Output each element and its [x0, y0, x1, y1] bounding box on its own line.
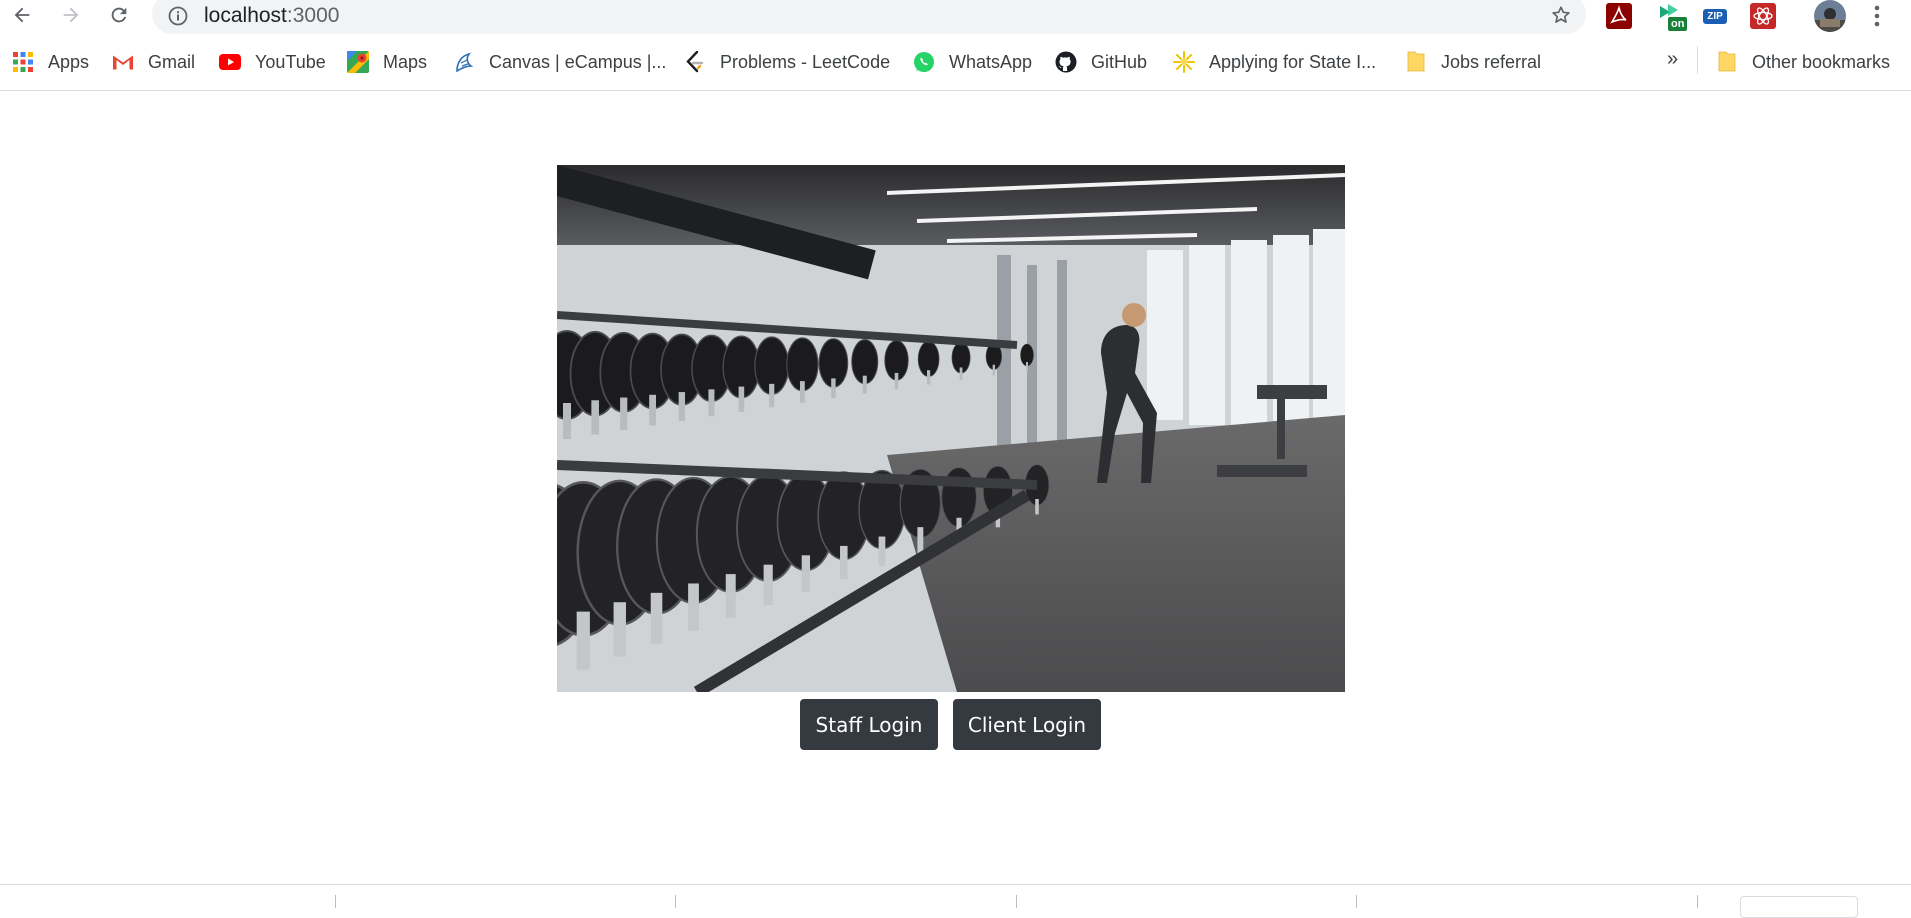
zip-extension-icon[interactable]: ZIP: [1700, 2, 1730, 30]
bookmark-youtube[interactable]: YouTube: [219, 48, 326, 76]
bookmark-label: Other bookmarks: [1752, 51, 1891, 72]
bookmark-gmail[interactable]: Gmail: [112, 48, 195, 76]
other-bookmarks-folder[interactable]: Other bookmarks: [1716, 48, 1890, 76]
back-button[interactable]: [4, 0, 40, 30]
bookmark-star-icon[interactable]: [1550, 4, 1572, 31]
bookmarks-overflow-button[interactable]: »: [1667, 48, 1678, 71]
bookmark-label: Canvas | eCampus |...: [489, 51, 667, 72]
column-divider: [1697, 895, 1698, 908]
apps-grid-icon: [12, 51, 34, 73]
gym-hero-image: [557, 165, 1345, 692]
client-login-button[interactable]: Client Login: [953, 699, 1101, 750]
whatsapp-icon: [913, 51, 935, 73]
url-text[interactable]: localhost:3000: [204, 4, 339, 28]
folder-icon: [1716, 51, 1738, 73]
back-arrow-icon: [14, 7, 30, 23]
gmail-icon: [112, 51, 134, 73]
bookmarks-separator: [1697, 46, 1698, 74]
gym-dumbbell-rack-photo: [557, 165, 1345, 692]
bookmarks-bar: Apps Gmail YouTube Maps Canvas | eCampus…: [0, 34, 1911, 91]
react-devtools-extension-icon[interactable]: [1748, 2, 1778, 30]
forward-arrow-icon: [63, 7, 79, 23]
bookmark-leetcode[interactable]: Problems - LeetCode: [684, 48, 890, 76]
bookmark-label: WhatsApp: [949, 51, 1033, 72]
youtube-icon: [219, 51, 241, 73]
bottom-input-box[interactable]: [1740, 896, 1858, 918]
bookmark-apps[interactable]: Apps: [12, 48, 89, 76]
bookmark-label: YouTube: [255, 51, 326, 72]
ext-on-extension-icon[interactable]: on: [1658, 2, 1692, 31]
bookmark-canvas[interactable]: Canvas | eCampus |...: [453, 48, 666, 76]
site-info-icon[interactable]: [168, 6, 188, 31]
column-divider: [675, 895, 676, 908]
bookmark-github[interactable]: GitHub: [1055, 48, 1147, 76]
column-divider: [335, 895, 336, 908]
browser-toolbar: localhost:3000 on ZIP: [0, 0, 1911, 34]
github-icon: [1055, 51, 1077, 73]
bookmark-label: Applying for State I...: [1209, 51, 1377, 72]
bookmark-label: Apps: [48, 51, 90, 72]
bookmark-label: Problems - LeetCode: [720, 51, 891, 72]
canvas-icon: [453, 51, 475, 73]
staff-login-button[interactable]: Staff Login: [800, 699, 938, 750]
column-divider: [1356, 895, 1357, 908]
chrome-menu-icon[interactable]: [1862, 2, 1892, 30]
bookmark-whatsapp[interactable]: WhatsApp: [913, 48, 1032, 76]
acrobat-extension-icon[interactable]: [1604, 2, 1634, 30]
bookmark-jobs-referral[interactable]: Jobs referral: [1405, 48, 1541, 76]
column-divider: [1016, 895, 1017, 908]
bookmark-state-application[interactable]: Applying for State I...: [1173, 48, 1376, 76]
reload-icon: [111, 7, 127, 23]
bookmark-label: Gmail: [148, 51, 196, 72]
bookmark-label: Jobs referral: [1441, 51, 1542, 72]
bookmark-label: GitHub: [1091, 51, 1148, 72]
sun-icon: [1173, 51, 1195, 73]
bookmark-label: Maps: [383, 51, 428, 72]
address-bar[interactable]: localhost:3000: [152, 0, 1586, 34]
reload-button[interactable]: [101, 0, 137, 30]
forward-button[interactable]: [53, 0, 89, 30]
leetcode-icon: [684, 51, 706, 73]
profile-avatar[interactable]: [1813, 0, 1847, 32]
page-bottom-divider: [0, 884, 1911, 885]
folder-icon: [1405, 51, 1427, 73]
bookmark-maps[interactable]: Maps: [347, 48, 427, 76]
maps-icon: [347, 51, 369, 73]
